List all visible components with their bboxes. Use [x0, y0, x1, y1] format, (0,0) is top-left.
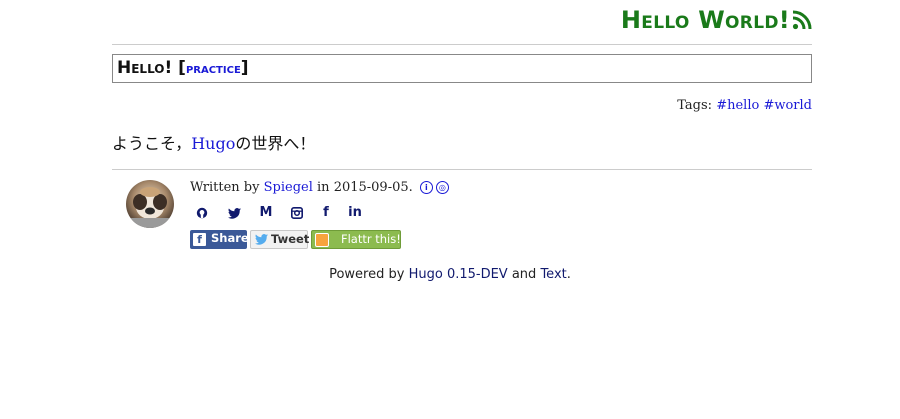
site-header: Hello World!: [112, 0, 812, 45]
footer-period: .: [566, 267, 571, 282]
twitter-bird-icon: [255, 234, 268, 245]
facebook-icon: f: [193, 233, 206, 246]
medium-icon[interactable]: M: [254, 204, 278, 222]
content-text-pre: ようこそ，: [112, 134, 192, 153]
facebook-share-button[interactable]: f Share: [190, 230, 249, 249]
twitter-icon[interactable]: [222, 204, 246, 222]
dog-avatar-icon: [126, 187, 174, 228]
byline: Written by Spiegel in 2015-09-05. i ◎: [190, 180, 449, 195]
page: Hello World! Hello! [practice] Tags: #he…: [0, 0, 900, 419]
tweet-button[interactable]: Tweet: [250, 230, 310, 249]
instagram-icon[interactable]: [285, 204, 309, 222]
bracket-open: [: [178, 58, 186, 78]
post-title: Hello! [practice]: [112, 54, 812, 83]
flattr-button[interactable]: Flattr this!: [311, 230, 401, 249]
facebook-icon[interactable]: f: [314, 204, 338, 222]
hugo-content-link[interactable]: Hugo: [191, 134, 235, 153]
linkedin-icon[interactable]: in: [343, 204, 367, 222]
category-link[interactable]: practice: [186, 61, 241, 77]
cc-sa-icon[interactable]: ◎: [435, 181, 449, 194]
text-theme-link[interactable]: Text: [540, 267, 566, 282]
site-title-link[interactable]: Hello World!: [621, 6, 790, 34]
divider: [112, 169, 812, 170]
tags-label: Tags:: [677, 98, 713, 113]
written-by-label: Written by: [190, 180, 260, 195]
hugo-link[interactable]: Hugo 0.15-DEV: [409, 267, 508, 282]
flattr-label: Flattr this!: [341, 232, 401, 246]
in-label: in: [317, 180, 330, 195]
author-link[interactable]: Spiegel: [264, 180, 313, 195]
footer: Powered by Hugo 0.15-DEV and Text.: [0, 267, 900, 282]
cc-by-icon[interactable]: i: [419, 181, 433, 194]
bracket-close: ]: [240, 58, 249, 78]
tag-link-world[interactable]: #world: [763, 98, 812, 113]
tags-line: Tags: #hello #world: [677, 98, 812, 113]
avatar: [126, 180, 174, 228]
post-title-text: Hello!: [117, 58, 173, 78]
tag-link-hello[interactable]: #hello: [716, 98, 759, 113]
tweet-label: Tweet: [271, 232, 310, 246]
github-icon[interactable]: [190, 204, 214, 222]
powered-by-label: Powered by: [329, 267, 405, 282]
facebook-share-label: Share: [211, 231, 249, 245]
post-content: ようこそ，Hugoの世界へ！: [112, 130, 315, 154]
flattr-icon: [315, 233, 329, 247]
and-label: and: [511, 267, 537, 282]
post-date: 2015-09-05.: [333, 180, 413, 195]
rss-icon[interactable]: [792, 10, 812, 30]
content-text-post: の世界へ！: [235, 134, 316, 153]
